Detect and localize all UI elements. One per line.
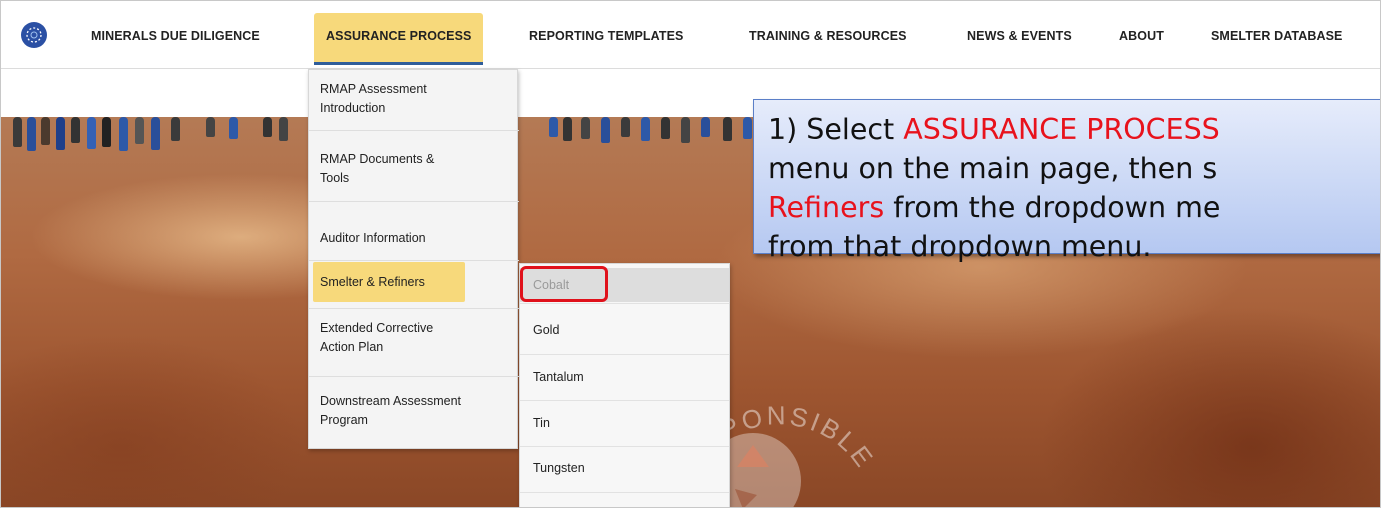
menu-divider — [520, 400, 729, 401]
menu-item-auditor-information[interactable]: Auditor Information — [309, 229, 519, 248]
menu-item-label: Smelter & Refiners — [320, 275, 425, 289]
menu-divider — [309, 201, 519, 202]
nav-minerals-due-diligence[interactable]: MINERALS DUE DILIGENCE — [91, 13, 260, 65]
callout-line-3: Refiners from the dropdown me — [768, 188, 1380, 227]
nav-about[interactable]: ABOUT — [1119, 13, 1164, 65]
callout-line-1: 1) Select ASSURANCE PROCESS — [768, 110, 1380, 149]
assurance-process-dropdown: RMAP Assessment Introduction RMAP Docume… — [308, 69, 519, 449]
nav-news-events[interactable]: NEWS & EVENTS — [967, 13, 1072, 65]
menu-item-label: Tools — [320, 171, 350, 185]
menu-item-label: Action Plan — [320, 340, 384, 354]
screenshot-frame: MINERALS DUE DILIGENCE ASSURANCE PROCESS… — [0, 0, 1381, 508]
menu-item-label: Program — [320, 413, 368, 427]
submenu-item-tin[interactable]: Tin — [520, 414, 729, 433]
submenu-item-tungsten[interactable]: Tungsten — [520, 459, 729, 478]
menu-item-label: RMAP Documents & — [320, 152, 435, 166]
menu-divider — [520, 446, 729, 447]
rmi-logo-icon[interactable] — [21, 22, 47, 48]
callout-highlight-refiners: Refiners — [768, 191, 885, 224]
callout-text: from the dropdown me — [884, 191, 1221, 224]
menu-item-downstream-assessment-program[interactable]: Downstream Assessment Program — [309, 392, 519, 430]
nav-assurance-process[interactable]: ASSURANCE PROCESS — [314, 13, 484, 65]
menu-item-label: Downstream Assessment — [320, 394, 462, 408]
menu-divider — [309, 376, 519, 377]
menu-divider — [520, 354, 729, 355]
menu-divider — [309, 260, 519, 261]
nav-smelter-database[interactable]: SMELTER DATABASE — [1211, 13, 1342, 65]
menu-item-extended-corrective-action-plan[interactable]: Extended Corrective Action Plan — [309, 319, 519, 357]
menu-item-label: Auditor Information — [320, 231, 426, 245]
menu-item-rmap-assessment-introduction[interactable]: RMAP Assessment Introduction — [309, 80, 519, 118]
callout-line-4: from that dropdown menu. — [768, 230, 1152, 263]
menu-divider — [309, 130, 519, 131]
nav-reporting-templates[interactable]: REPORTING TEMPLATES — [529, 13, 683, 65]
submenu-item-gold[interactable]: Gold — [520, 321, 729, 340]
menu-divider — [520, 492, 729, 493]
callout-text: 1) Select — [768, 113, 904, 146]
submenu-item-tantalum[interactable]: Tantalum — [520, 368, 729, 387]
menu-item-label: Extended Corrective — [320, 321, 434, 335]
menu-divider — [309, 308, 519, 309]
instruction-callout: 1) Select ASSURANCE PROCESS menu on the … — [753, 99, 1380, 263]
menu-item-label: Introduction — [320, 101, 386, 115]
callout-highlight-assurance-process: ASSURANCE PROCESS — [903, 113, 1220, 146]
top-navigation-bar: MINERALS DUE DILIGENCE ASSURANCE PROCESS… — [1, 1, 1380, 69]
callout-line-2: menu on the main page, then s — [768, 152, 1218, 185]
menu-item-label: RMAP Assessment — [320, 82, 427, 96]
menu-item-smelter-refiners[interactable]: Smelter & Refiners — [313, 262, 465, 302]
nav-training-resources[interactable]: TRAINING & RESOURCES — [749, 13, 907, 65]
menu-divider — [520, 303, 729, 304]
cobalt-highlight-box — [520, 266, 608, 302]
menu-item-rmap-documents-tools[interactable]: RMAP Documents & Tools — [309, 150, 519, 188]
